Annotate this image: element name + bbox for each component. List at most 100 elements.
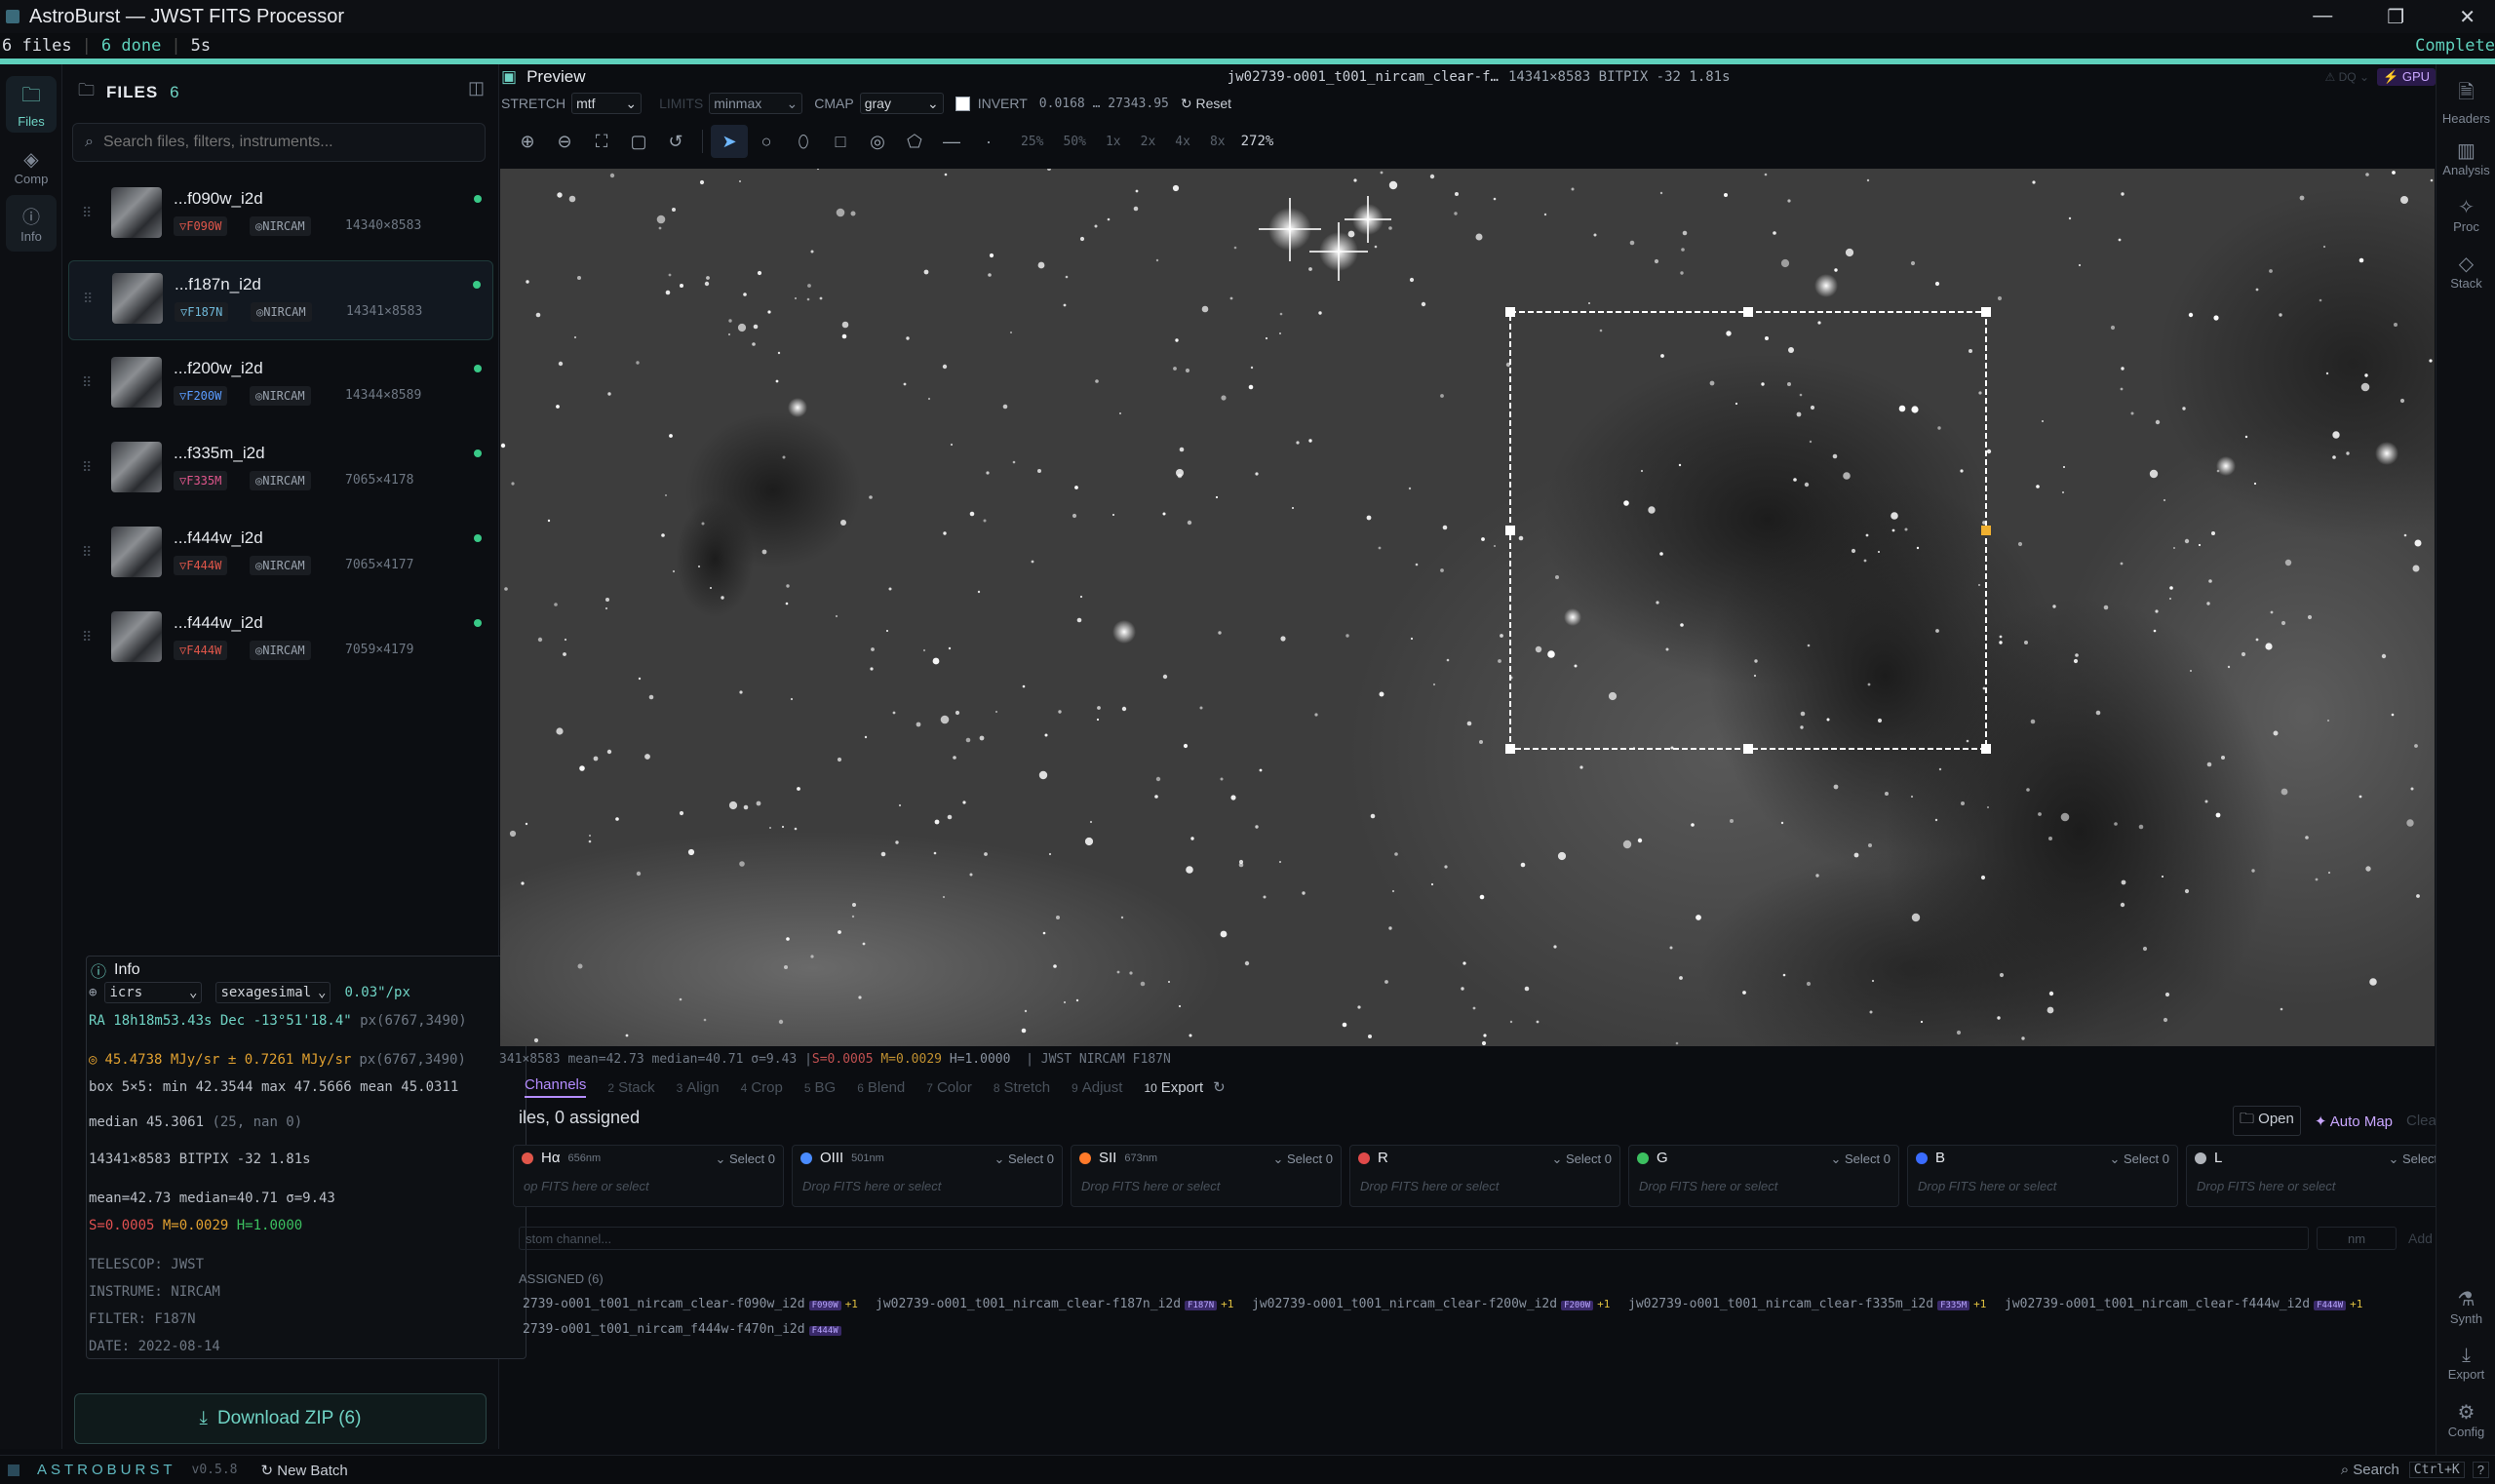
auto-map-button[interactable]: ✦ Auto Map [2315,1113,2393,1130]
channel-slot[interactable]: SII 673nm ⌄ Select 0 Drop FITS here or sele… [1071,1145,1342,1207]
channel-select[interactable]: ⌄ Select 0 [1273,1152,1334,1167]
rail-files[interactable]: 🗀 Files [6,76,57,133]
step-tab[interactable]: 8 Stretch [994,1079,1050,1096]
channel-select[interactable]: ⌄ Select 0 [716,1152,776,1167]
frame-select[interactable]: icrs ⌄ [104,982,203,1003]
pointer-icon[interactable]: ➤ [711,125,748,158]
rail-stack[interactable]: ◇ Stack [2437,244,2495,298]
unassigned-file[interactable]: 2739-o001_t001_nircam_clear-f090w_i2d F09… [523,1297,858,1311]
channel-select[interactable]: ⌄ Select 0 [1831,1152,1891,1167]
unassigned-file[interactable]: jw02739-o001_t001_nircam_clear-f200w_i2d… [1252,1297,1610,1311]
image-canvas[interactable] [500,169,2435,1046]
step-tab[interactable]: Channels [525,1076,587,1098]
minimize-icon[interactable]: — [2313,5,2332,29]
line-tool-icon[interactable]: — [933,125,970,158]
open-button[interactable]: 🗀 Open [2233,1106,2301,1136]
add-to-channel-icon[interactable]: +1 [2350,1298,2362,1310]
custom-channel-input[interactable]: stom channel... [519,1227,2309,1250]
zoom-preset[interactable]: 2x [1141,135,1156,149]
help-button[interactable]: ? [2472,1462,2489,1478]
channel-slot[interactable]: G ⌄ Select 0 Drop FITS here or select [1628,1145,1899,1207]
new-batch-button[interactable]: ↻ New Batch [260,1462,347,1479]
invert-checkbox[interactable] [955,96,970,111]
circle-tool-icon[interactable]: ○ [748,125,785,158]
file-item[interactable]: ⠿ ...f187n_i2d ▽ F187N ◎ NIRCAM 14341×8583 [68,260,493,340]
search-button[interactable]: ⌕ Search [2341,1462,2399,1478]
rail-comp[interactable]: ◈ Comp [6,138,57,195]
add-to-channel-icon[interactable]: +1 [1597,1298,1610,1310]
add-to-channel-icon[interactable]: +1 [1973,1298,1986,1310]
channel-select[interactable]: ⌄ Select 0 [2110,1152,2170,1167]
download-zip-button[interactable]: ⤓ Download ZIP (6) [74,1393,487,1444]
add-to-channel-icon[interactable]: +1 [845,1298,858,1310]
refresh-icon[interactable]: ↻ [1213,1078,1226,1096]
zoom-out-icon[interactable]: ⊖ [546,125,583,158]
close-icon[interactable]: ✕ [2459,5,2476,29]
file-item[interactable]: ⠿ ...f090w_i2d ▽ F090W ◎ NIRCAM 14340×8583 [68,176,493,255]
fit-icon[interactable]: ⛶ [583,125,620,158]
cmap-select[interactable]: gray ⌄ [859,93,944,114]
rail-analysis[interactable]: ▥ Analysis [2437,131,2495,185]
zoom-preset[interactable]: 50% [1063,135,1085,149]
drag-handle-icon[interactable]: ⠿ [82,459,92,476]
limits-select[interactable]: minmax ⌄ [709,93,803,114]
file-item[interactable]: ⠿ ...f200w_i2d ▽ F200W ◎ NIRCAM 14344×8589 [68,345,493,425]
reset-button[interactable]: ↻ Reset [1181,96,1231,112]
polygon-tool-icon[interactable]: ⬠ [896,125,933,158]
drag-handle-icon[interactable]: ⠿ [83,291,93,307]
rail-synth[interactable]: ⚗ Synth [2437,1279,2495,1334]
rail-proc[interactable]: ✧ Proc [2437,187,2495,242]
step-tab[interactable]: 6 Blend [857,1079,905,1096]
channel-slot[interactable]: L ⌄ Select 0 Drop FITS here or select [2186,1145,2457,1207]
zoom-preset[interactable]: 8x [1210,135,1226,149]
step-tab[interactable]: 7 Color [926,1079,972,1096]
search-input[interactable] [102,134,474,151]
rail-config[interactable]: ⚙ Config [2437,1392,2495,1447]
zoom-in-icon[interactable]: ⊕ [509,125,546,158]
unassigned-file[interactable]: jw02739-o001_t001_nircam_clear-f335m_i2d… [1628,1297,1986,1311]
zoom-preset[interactable]: 1x [1106,135,1121,149]
search-box[interactable]: ⌕ [72,123,486,162]
drag-handle-icon[interactable]: ⠿ [82,205,92,221]
stretch-select[interactable]: mtf ⌄ [571,93,643,114]
rotate-icon[interactable]: ↺ [657,125,694,158]
unassigned-file[interactable]: 2739-o001_t001_nircam_f444w-f470n_i2d F44… [523,1322,841,1337]
channel-select[interactable]: ⌄ Select 0 [1552,1152,1613,1167]
step-tab[interactable]: 2 Stack [607,1079,654,1096]
channel-slot[interactable]: R ⌄ Select 0 Drop FITS here or select [1349,1145,1620,1207]
zoom-preset[interactable]: 4x [1175,135,1190,149]
rail-info[interactable]: ⓘ Info [6,195,57,252]
channel-slot[interactable]: B ⌄ Select 0 Drop FITS here or select [1907,1145,2178,1207]
dq-toggle[interactable]: ⚠ DQ ⌄ [2325,70,2369,84]
wavelength-input[interactable]: nm [2317,1227,2397,1250]
add-to-channel-icon[interactable]: +1 [1221,1298,1233,1310]
rail-export[interactable]: ⤓ Export [2437,1336,2495,1390]
restore-icon[interactable]: ❐ [2387,5,2404,29]
drag-handle-icon[interactable]: ⠿ [82,629,92,645]
unassigned-file[interactable]: jw02739-o001_t001_nircam_clear-f187n_i2d… [876,1297,1233,1311]
step-tab[interactable]: 5 BG [804,1079,836,1096]
drag-handle-icon[interactable]: ⠿ [82,374,92,391]
rail-headers[interactable]: 🗎 Headers [2437,74,2495,129]
step-tab[interactable]: 4 Crop [741,1079,783,1096]
ellipse-tool-icon[interactable]: ⬯ [785,125,822,158]
collapse-panel-icon[interactable]: ◫ [468,78,485,98]
frame-icon[interactable]: ▢ [620,125,657,158]
channel-slot[interactable]: Hα 656nm ⌄ Select 0 op FITS here or select [513,1145,784,1207]
file-item[interactable]: ⠿ ...f335m_i2d ▽ F335M ◎ NIRCAM 7065×4178 [68,430,493,510]
unassigned-file[interactable]: jw02739-o001_t001_nircam_clear-f444w_i2d… [2005,1297,2362,1311]
drag-handle-icon[interactable]: ⠿ [82,544,92,561]
rect-tool-icon[interactable]: □ [822,125,859,158]
channel-select[interactable]: ⌄ Select 0 [994,1152,1055,1167]
step-tab[interactable]: 10 Export [1144,1079,1203,1096]
step-tab[interactable]: 3 Align [677,1079,720,1096]
gpu-badge[interactable]: ⚡ GPU [2377,68,2436,86]
file-item[interactable]: ⠿ ...f444w_i2d ▽ F444W ◎ NIRCAM 7059×4179 [68,600,493,680]
file-item[interactable]: ⠿ ...f444w_i2d ▽ F444W ◎ NIRCAM 7065×4177 [68,515,493,595]
zoom-preset[interactable]: 25% [1021,135,1043,149]
add-channel-button[interactable]: Add [2408,1230,2433,1246]
format-select[interactable]: sexagesimal ⌄ [215,982,331,1003]
annulus-tool-icon[interactable]: ◎ [859,125,896,158]
channel-slot[interactable]: OIII 501nm ⌄ Select 0 Drop FITS here or sel… [792,1145,1063,1207]
point-tool-icon[interactable]: · [970,125,1007,158]
